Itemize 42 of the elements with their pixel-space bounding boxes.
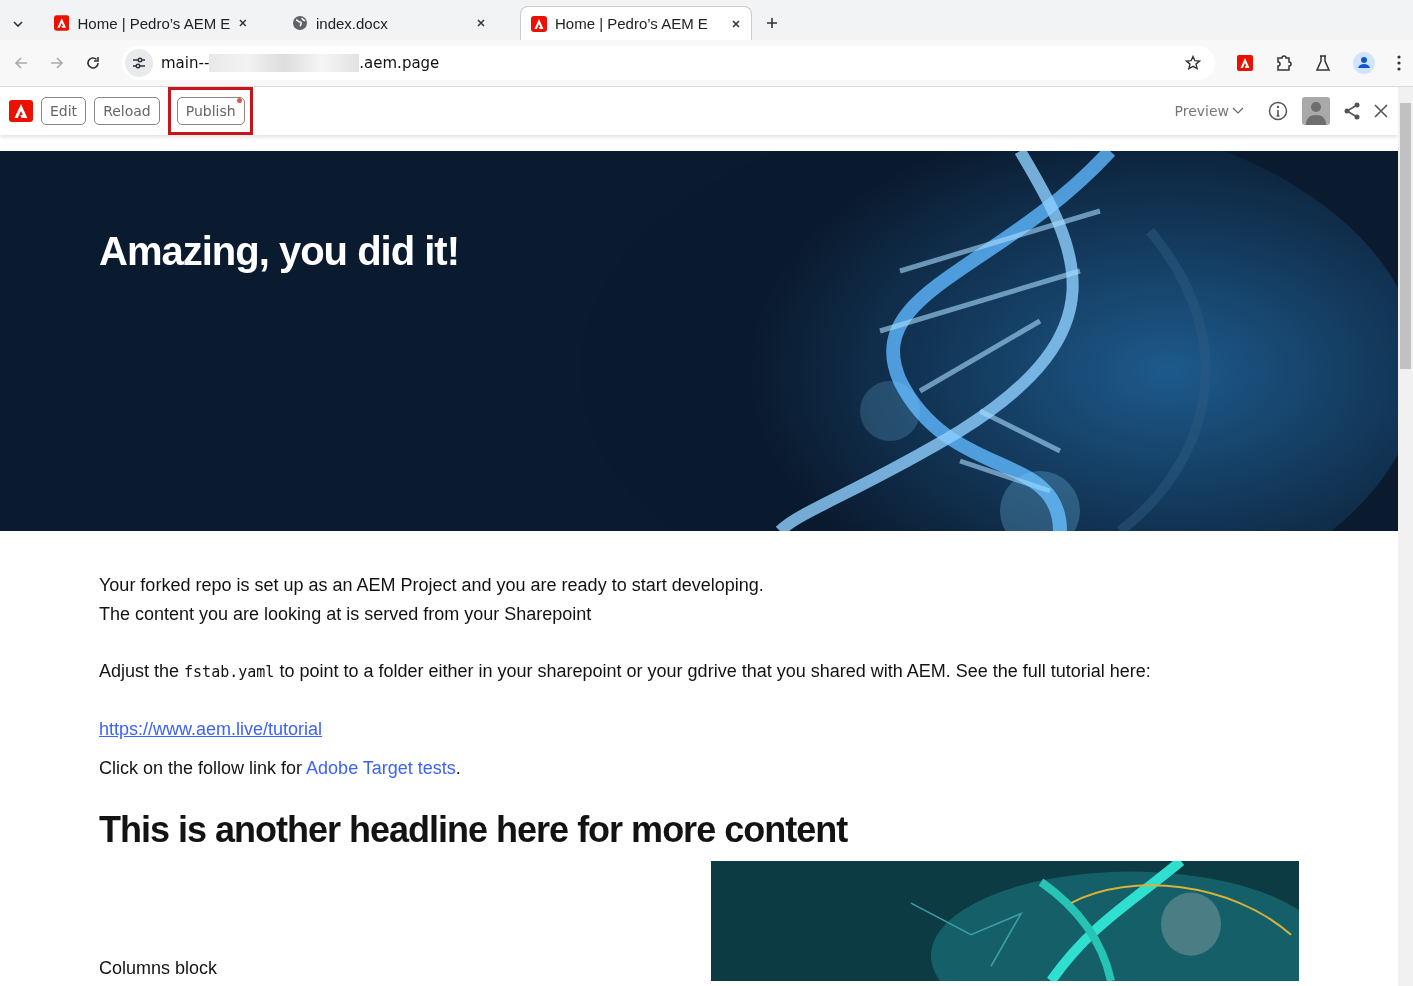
reload-icon[interactable]: [86, 56, 100, 70]
adobe-icon: [531, 15, 547, 32]
sidekick-button[interactable]: Edit: [41, 97, 87, 125]
hero-title: Amazing, you did it!: [99, 229, 459, 274]
tab-title: Home | Pedro’s AEM E: [77, 14, 231, 32]
tutorial-link[interactable]: https://www.aem.live/tutorial: [99, 719, 323, 739]
site-settings-icon[interactable]: [125, 49, 153, 77]
adobe-extension-icon[interactable]: [1237, 55, 1253, 71]
columns-text: Columns block: [99, 958, 218, 979]
address-field[interactable]: main-- .aem.page: [122, 46, 1215, 80]
scrollbar[interactable]: [1398, 87, 1413, 986]
tab-list-icon[interactable]: [12, 18, 24, 30]
menu-icon[interactable]: [1397, 55, 1401, 71]
share-icon[interactable]: [1344, 102, 1360, 120]
close-icon[interactable]: [238, 18, 248, 28]
sidekick-button[interactable]: Reload: [94, 97, 160, 125]
close-icon[interactable]: [731, 18, 741, 29]
close-icon[interactable]: [1374, 104, 1388, 118]
environment-dropdown[interactable]: Preview: [1168, 102, 1250, 120]
tab-title: index.docx: [316, 14, 389, 32]
browser-tab[interactable]: Home | Pedro’s AEM E: [520, 6, 752, 40]
new-tab-icon[interactable]: [766, 17, 778, 29]
tab-title: Home | Pedro’s AEM E: [555, 15, 709, 32]
url-suffix: .aem.page: [359, 54, 440, 72]
paragraph: Adjust the fstab.yaml to point to a folder either in your sharepoint or your gdrive that you shared with AEM. See the full tutorial here:: [99, 660, 1152, 683]
flask-icon[interactable]: [1315, 55, 1331, 71]
paragraph: Click on the follow link for Adobe Target tests.: [99, 757, 462, 780]
adobe-logo-icon[interactable]: [9, 100, 33, 122]
browser-tab[interactable]: Home | Pedro’s AEM E: [44, 6, 258, 40]
adobe-icon: [54, 15, 70, 31]
star-icon[interactable]: [1185, 55, 1201, 71]
puzzle-icon[interactable]: [1275, 54, 1293, 72]
info-icon[interactable]: [1268, 101, 1288, 121]
target-tests-link[interactable]: Adobe Target tests: [306, 758, 456, 778]
paragraph: Your forked repo is set up as an AEM Project and you are ready to start developing. The content you are looking at is served from your Sharepoint: [99, 574, 765, 626]
sidekick-button[interactable]: Publish: [176, 97, 245, 125]
chevron-icon: [1232, 107, 1244, 115]
section-headline: This is another headline here for more content: [99, 809, 849, 851]
browser-tab[interactable]: index.docx: [282, 6, 496, 40]
profile-icon[interactable]: [1353, 52, 1375, 74]
close-icon[interactable]: [476, 18, 486, 28]
url-prefix: main--: [161, 54, 210, 72]
